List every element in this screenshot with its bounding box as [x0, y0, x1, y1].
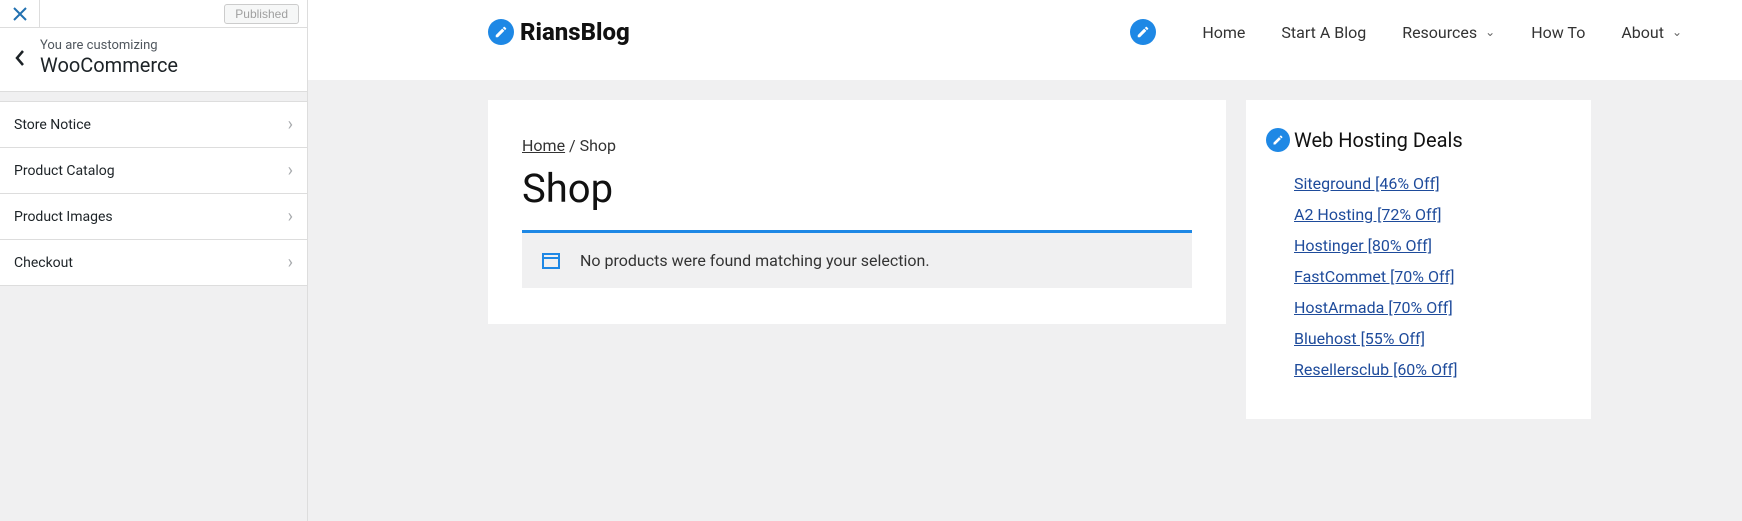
- customizer-item-product-images[interactable]: Product Images ›: [0, 194, 307, 240]
- published-button[interactable]: Published: [224, 4, 299, 24]
- customizer-item-store-notice[interactable]: Store Notice ›: [0, 102, 307, 148]
- widget-header: Web Hosting Deals: [1266, 128, 1571, 152]
- widget-link[interactable]: Siteground [46% Off]: [1294, 174, 1571, 193]
- chevron-right-icon: ›: [288, 114, 293, 135]
- customizer-item-checkout[interactable]: Checkout ›: [0, 240, 307, 286]
- widget-title: Web Hosting Deals: [1294, 128, 1463, 152]
- customizer-item-label: Product Catalog: [14, 163, 115, 179]
- notice-text: No products were found matching your sel…: [580, 251, 930, 270]
- main-nav: Home Start A Blog Resources ⌄ How To About ⌄: [1130, 19, 1682, 45]
- widget-link[interactable]: Resellersclub [60% Off]: [1294, 360, 1571, 379]
- chevron-down-icon: ⌄: [1485, 25, 1495, 39]
- customizer-item-product-catalog[interactable]: Product Catalog ›: [0, 148, 307, 194]
- logo-icon: [488, 19, 514, 45]
- back-button[interactable]: [0, 49, 40, 67]
- customizer-panel: Published You are customizing WooCommerc…: [0, 0, 308, 521]
- nav-link-home[interactable]: Home: [1202, 23, 1245, 42]
- nav-link-start-a-blog[interactable]: Start A Blog: [1281, 23, 1366, 42]
- chevron-right-icon: ›: [288, 160, 293, 181]
- nav-link-label: How To: [1531, 23, 1585, 42]
- widget-link[interactable]: Hostinger [80% Off]: [1294, 236, 1571, 255]
- customizer-item-label: Checkout: [14, 255, 73, 271]
- breadcrumb: Home / Shop: [522, 136, 1192, 155]
- chevron-right-icon: ›: [288, 206, 293, 227]
- page-title: Shop: [522, 165, 1192, 212]
- chevron-right-icon: ›: [288, 252, 293, 273]
- close-button[interactable]: [0, 0, 40, 27]
- customizer-header: You are customizing WooCommerce: [0, 28, 307, 92]
- pencil-icon: [1272, 134, 1284, 146]
- chevron-down-icon: ⌄: [1672, 25, 1682, 39]
- nav-edit-shortcut[interactable]: [1130, 19, 1156, 45]
- no-products-notice: No products were found matching your sel…: [522, 233, 1192, 288]
- site-header: RiansBlog Home Start A Blog Resources ⌄ How …: [308, 0, 1742, 80]
- chevron-left-icon: [14, 49, 26, 67]
- nav-link-label: Start A Blog: [1281, 23, 1366, 42]
- customizer-top-bar: Published: [0, 0, 307, 28]
- main-content: Home / Shop Shop No products were found …: [488, 100, 1226, 324]
- widget-link[interactable]: Bluehost [55% Off]: [1294, 329, 1571, 348]
- customizer-header-text: You are customizing WooCommerce: [40, 38, 295, 77]
- customizer-bottom: [0, 286, 307, 521]
- widget-edit-shortcut[interactable]: [1266, 128, 1290, 152]
- close-icon: [13, 7, 27, 21]
- breadcrumb-current: Shop: [580, 136, 616, 155]
- calendar-icon: [542, 253, 560, 269]
- nav-link-label: About: [1621, 23, 1664, 42]
- customizer-item-label: Store Notice: [14, 117, 91, 133]
- customizer-menu: Store Notice›Product Catalog›Product Ima…: [0, 102, 307, 286]
- logo-text: RiansBlog: [520, 18, 630, 46]
- breadcrumb-sep: /: [565, 136, 580, 155]
- customizer-item-label: Product Images: [14, 209, 113, 225]
- customizing-title: WooCommerce: [40, 53, 295, 77]
- breadcrumb-home-link[interactable]: Home: [522, 136, 565, 155]
- nav-link-label: Resources: [1402, 23, 1477, 42]
- preview-pane: RiansBlog Home Start A Blog Resources ⌄ How …: [308, 0, 1742, 521]
- nav-link-resources[interactable]: Resources ⌄: [1402, 23, 1495, 42]
- publish-status-area: Published: [40, 0, 307, 27]
- sidebar-widget: Web Hosting Deals Siteground [46% Off] A2…: [1246, 100, 1591, 419]
- nav-link-about[interactable]: About ⌄: [1621, 23, 1682, 42]
- nav-link-label: Home: [1202, 23, 1245, 42]
- you-are-label: You are customizing: [40, 38, 295, 53]
- spacer: [0, 92, 307, 102]
- content-wrap: Home / Shop Shop No products were found …: [308, 80, 1742, 439]
- widget-link[interactable]: FastCommet [70% Off]: [1294, 267, 1571, 286]
- nav-link-how-to[interactable]: How To: [1531, 23, 1585, 42]
- site-logo[interactable]: RiansBlog: [488, 18, 630, 46]
- widget-link[interactable]: HostArmada [70% Off]: [1294, 298, 1571, 317]
- pencil-icon: [1136, 25, 1150, 39]
- widget-link[interactable]: A2 Hosting [72% Off]: [1294, 205, 1571, 224]
- widget-list: Siteground [46% Off] A2 Hosting [72% Off]…: [1266, 174, 1571, 379]
